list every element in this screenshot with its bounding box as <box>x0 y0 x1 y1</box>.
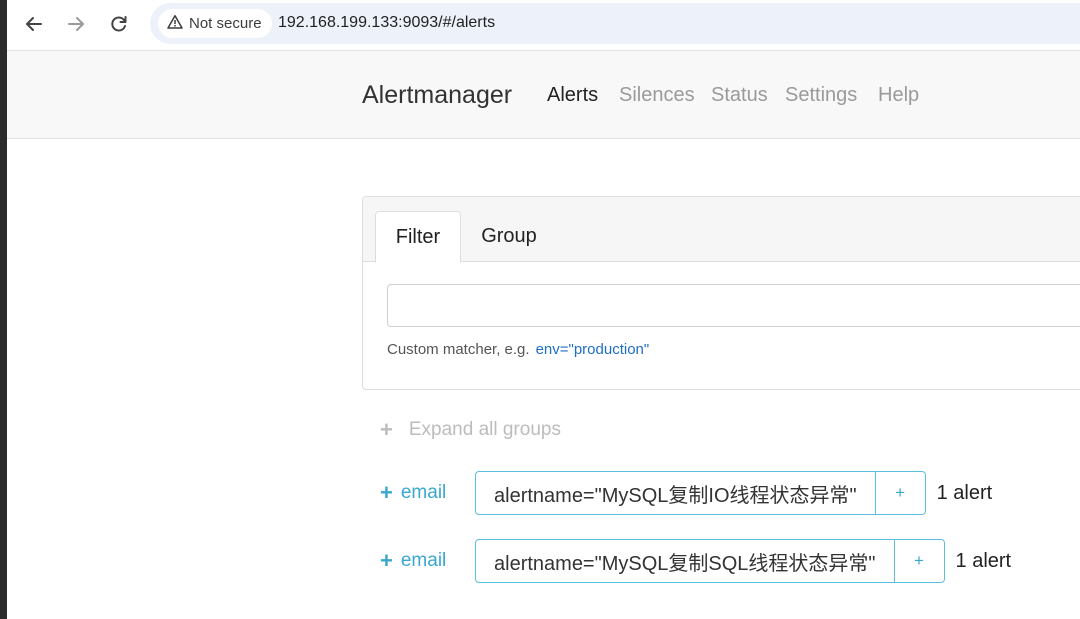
window-edge <box>0 0 7 619</box>
brand-title[interactable]: Alertmanager <box>362 81 512 110</box>
warning-icon <box>167 14 183 34</box>
alert-count: 1 alert <box>955 549 1012 572</box>
browser-toolbar: Not secure 192.168.199.133:9093/#/alerts <box>7 0 1080 51</box>
filter-card-header: Filter Group <box>363 197 1080 263</box>
back-icon[interactable] <box>21 11 47 37</box>
add-matcher-button[interactable]: + <box>894 539 945 583</box>
security-chip[interactable]: Not secure <box>158 9 272 38</box>
plus-icon: + <box>380 480 393 505</box>
tab-filter[interactable]: Filter <box>375 211 461 263</box>
filter-hint: Custom matcher, e.g. env="production" <box>387 341 649 358</box>
url-text[interactable]: 192.168.199.133:9093/#/alerts <box>278 14 495 32</box>
alert-count: 1 alert <box>936 481 993 504</box>
expand-all-label: Expand all groups <box>408 419 561 440</box>
nav-silences[interactable]: Silences <box>619 84 695 107</box>
add-matcher-button[interactable]: + <box>875 471 926 515</box>
forward-icon[interactable] <box>63 11 89 37</box>
group-label-button[interactable]: alertname="MySQL复制SQL线程状态异常" <box>475 539 895 583</box>
plus-icon: + <box>380 548 393 573</box>
group-receiver: email <box>400 550 447 571</box>
alert-group: + email alertname="MySQL复制IO线程状态异常" + 1 … <box>380 471 992 515</box>
address-bar[interactable]: Not secure 192.168.199.133:9093/#/alerts <box>150 3 1080 44</box>
group-expand-toggle[interactable]: + email <box>380 482 475 504</box>
group-expand-toggle[interactable]: + email <box>380 550 475 572</box>
app-navbar: Alertmanager Alerts Silences Status Sett… <box>7 51 1080 139</box>
nav-alerts[interactable]: Alerts <box>547 84 598 107</box>
plus-icon: + <box>380 417 393 442</box>
tab-group[interactable]: Group <box>467 211 551 261</box>
nav-status[interactable]: Status <box>711 84 768 107</box>
hint-example-link[interactable]: env="production" <box>536 341 650 358</box>
filter-input[interactable] <box>387 284 1080 327</box>
hint-label: Custom matcher, e.g. <box>387 341 530 358</box>
group-label-button[interactable]: alertname="MySQL复制IO线程状态异常" <box>475 471 876 515</box>
alert-group: + email alertname="MySQL复制SQL线程状态异常" + 1… <box>380 539 1011 583</box>
nav-help[interactable]: Help <box>878 84 919 107</box>
nav-settings[interactable]: Settings <box>785 84 857 107</box>
security-label: Not secure <box>189 15 262 32</box>
group-receiver: email <box>400 482 447 503</box>
expand-all-button[interactable]: + Expand all groups <box>380 419 561 441</box>
reload-icon[interactable] <box>106 11 132 37</box>
filter-card: Filter Group Custom matcher, e.g. env="pr… <box>362 196 1080 390</box>
